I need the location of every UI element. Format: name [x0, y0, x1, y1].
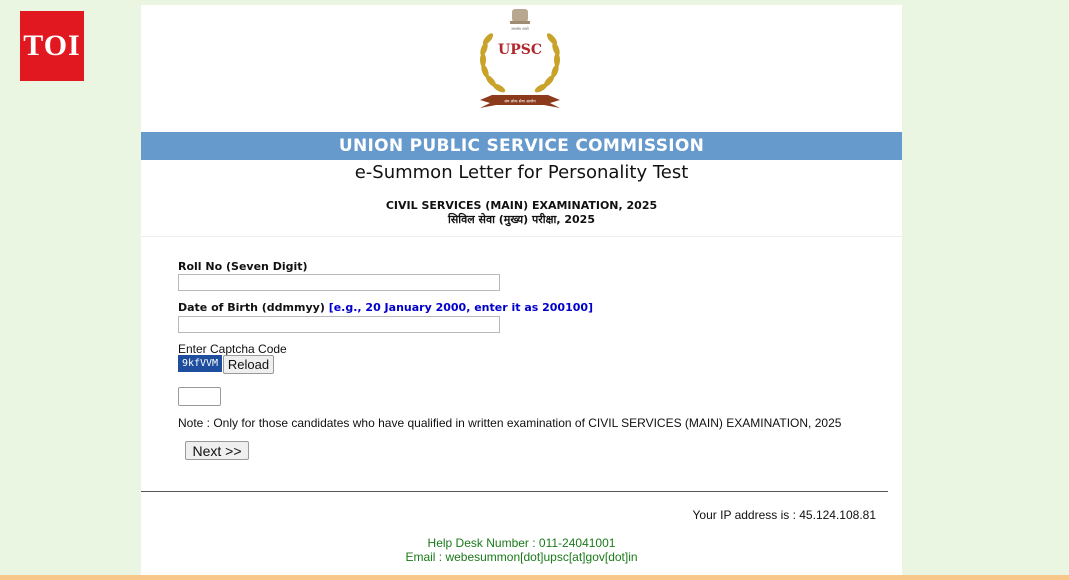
page-bottom-border	[0, 575, 1069, 580]
page-title: e-Summon Letter for Personality Test	[354, 162, 689, 183]
svg-text:UPSC: UPSC	[498, 42, 542, 58]
roll-no-input[interactable]	[178, 274, 500, 291]
footer-divider	[141, 491, 888, 492]
captcha-label: Enter Captcha Code	[178, 342, 287, 356]
dob-input[interactable]	[178, 316, 500, 333]
divider	[141, 236, 902, 237]
help-desk-info: Help Desk Number : 011-24041001 Email : …	[141, 536, 902, 564]
svg-text:सत्यमेव जयते: सत्यमेव जयते	[511, 26, 529, 31]
ashoka-emblem-icon	[510, 9, 530, 24]
eligibility-note: Note : Only for those candidates who hav…	[178, 416, 842, 430]
exam-name-hindi: सिविल सेवा (मुख्य) परीक्षा, 2025	[447, 213, 595, 226]
toi-logo: TOI	[20, 11, 84, 81]
exam-name-english: CIVIL SERVICES (MAIN) EXAMINATION, 2025	[385, 199, 658, 212]
ip-address-text: Your IP address is : 45.124.108.81	[692, 508, 876, 522]
commission-banner: UNION PUBLIC SERVICE COMMISSION	[141, 132, 902, 160]
captcha-image: 9kfVVM	[178, 355, 222, 372]
helpdesk-email: Email : webesummon[dot]upsc[at]gov[dot]i…	[405, 550, 638, 564]
dob-label-text: Date of Birth (ddmmyy)	[178, 301, 325, 314]
roll-no-label: Roll No (Seven Digit)	[178, 260, 308, 273]
captcha-input[interactable]	[178, 387, 221, 406]
dob-hint: [e.g., 20 January 2000, enter it as 2001…	[328, 301, 594, 314]
upsc-emblem-logo: सत्यमेव जयते UPSC संघ लोक सेवा आयोग	[480, 9, 560, 108]
summon-page: सत्यमेव जयते UPSC संघ लोक सेवा आयोग UNIO…	[141, 5, 902, 580]
dob-label: Date of Birth (ddmmyy) [e.g., 20 January…	[178, 301, 593, 314]
next-button[interactable]: Next >>	[185, 441, 249, 460]
helpdesk-number: Help Desk Number : 011-24041001	[427, 536, 616, 550]
reload-captcha-button[interactable]: Reload	[223, 355, 274, 374]
svg-text:संघ लोक सेवा आयोग: संघ लोक सेवा आयोग	[504, 99, 536, 104]
